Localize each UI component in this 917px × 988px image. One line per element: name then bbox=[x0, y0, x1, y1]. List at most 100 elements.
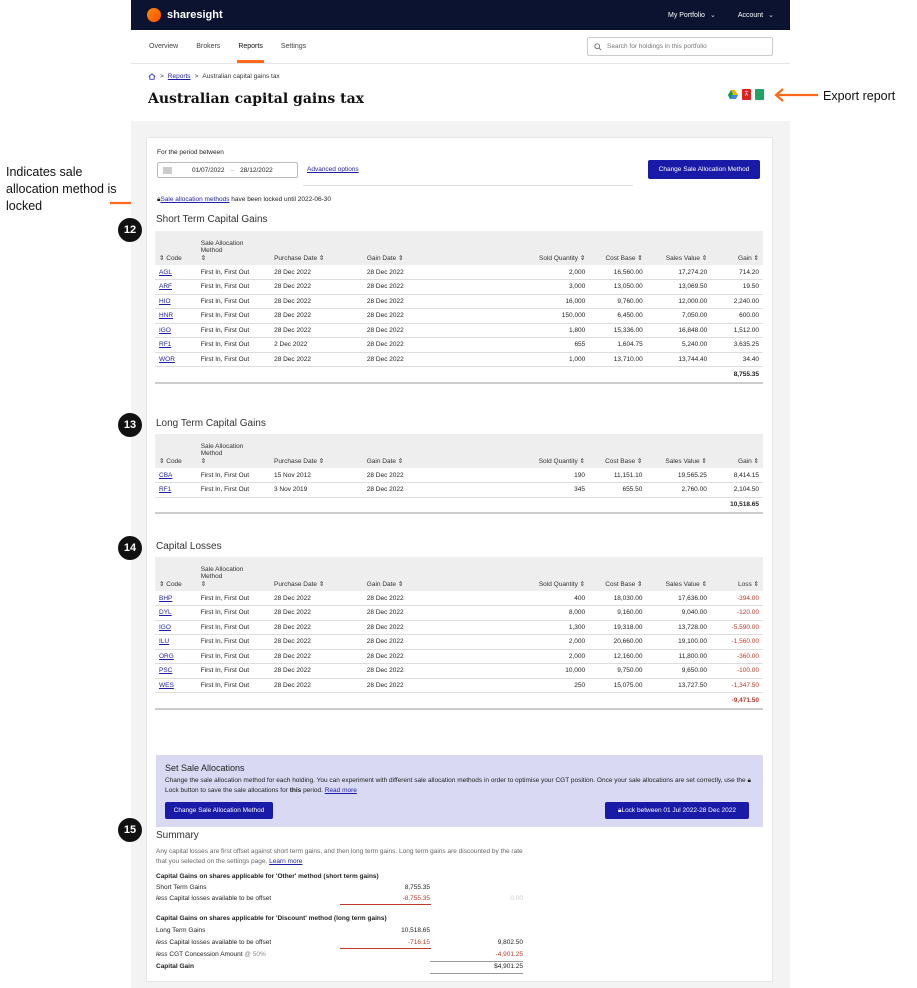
holding-link[interactable]: BHP bbox=[159, 595, 172, 602]
sort-allocation-header[interactable]: Sale Allocation Method ⇕ bbox=[196, 434, 270, 468]
quantity-cell: 10,000 bbox=[454, 663, 590, 679]
holding-link[interactable]: IGO bbox=[159, 327, 171, 334]
holding-link[interactable]: WOR bbox=[159, 356, 175, 363]
brand-name[interactable]: sharesight bbox=[167, 9, 223, 21]
sort-sales-value-header[interactable]: Sales Value ⇕ bbox=[646, 557, 712, 591]
sort-loss-header[interactable]: Loss ⇕ bbox=[711, 557, 763, 591]
code-cell: PSC bbox=[155, 663, 197, 679]
long-term-gains-value: 10,518.65 bbox=[401, 927, 430, 934]
spreadsheet-icon[interactable] bbox=[755, 89, 764, 100]
sort-gain-header[interactable]: Gain ⇕ bbox=[711, 231, 763, 265]
home-icon[interactable] bbox=[148, 73, 156, 80]
end-date[interactable]: 28/12/2022 bbox=[240, 167, 273, 174]
holding-link[interactable]: RF1 bbox=[159, 341, 171, 348]
sort-gain-header[interactable]: Gain ⇕ bbox=[710, 434, 763, 468]
sort-quantity-header[interactable]: Sold Quantity ⇕ bbox=[454, 557, 590, 591]
holding-link[interactable]: CBA bbox=[159, 472, 172, 479]
holding-link[interactable]: DYL bbox=[159, 609, 172, 616]
holding-link[interactable]: AGL bbox=[159, 269, 172, 276]
sort-cost-base-header[interactable]: Cost Base ⇕ bbox=[589, 557, 647, 591]
sort-gain-date-header[interactable]: Gain Date ⇕ bbox=[362, 434, 455, 468]
allocation-cell: First In, First Out bbox=[196, 308, 271, 324]
cost-base-cell: 9,750.00 bbox=[589, 663, 647, 679]
learn-more-link[interactable]: Learn more bbox=[269, 858, 302, 865]
search-input[interactable]: Search for holdings in this portfolio bbox=[587, 37, 773, 56]
holding-link[interactable]: HNR bbox=[159, 312, 173, 319]
sort-allocation-header[interactable]: Sale Allocation Method ⇕ bbox=[196, 231, 271, 265]
holding-link[interactable]: ARF bbox=[159, 283, 172, 290]
gain-date-cell: 28 Dec 2022 bbox=[362, 352, 455, 367]
date-range-input[interactable]: 01/07/2022 – 28/12/2022 bbox=[157, 162, 298, 178]
holding-link[interactable]: ORG bbox=[159, 653, 174, 660]
holding-link[interactable]: HIO bbox=[159, 298, 171, 305]
divider bbox=[430, 973, 523, 974]
gain-date-cell: 28 Dec 2022 bbox=[362, 468, 455, 483]
sort-code-header[interactable]: ⇕ Code bbox=[155, 557, 197, 591]
sort-sales-value-header[interactable]: Sales Value ⇕ bbox=[646, 434, 711, 468]
my-portfolio-menu[interactable]: My Portfolio ⌄ bbox=[668, 11, 716, 19]
code-cell: WES bbox=[155, 678, 197, 693]
sort-gain-date-header[interactable]: Gain Date ⇕ bbox=[362, 557, 455, 591]
sort-cost-base-header[interactable]: Cost Base ⇕ bbox=[589, 231, 647, 265]
empty-cell bbox=[269, 497, 363, 514]
empty-cell bbox=[589, 366, 647, 384]
read-more-link[interactable]: Read more bbox=[325, 787, 357, 794]
sort-allocation-header[interactable]: Sale Allocation Method ⇕ bbox=[196, 557, 271, 591]
gain-date-cell: 28 Dec 2022 bbox=[362, 337, 455, 353]
empty-cell bbox=[589, 497, 647, 514]
tab-brokers[interactable]: Brokers bbox=[196, 43, 220, 50]
allocation-cell: First In, First Out bbox=[196, 678, 271, 693]
sort-purchase-date-header[interactable]: Purchase Date ⇕ bbox=[270, 557, 363, 591]
holding-link[interactable]: PSC bbox=[159, 667, 172, 674]
sort-code-header[interactable]: ⇕ Code bbox=[155, 231, 197, 265]
sort-quantity-header[interactable]: Sold Quantity ⇕ bbox=[454, 231, 590, 265]
google-drive-icon[interactable] bbox=[728, 90, 738, 99]
code-cell: HNR bbox=[155, 308, 197, 324]
breadcrumb-reports-link[interactable]: Reports bbox=[168, 73, 191, 80]
quantity-cell: 1,000 bbox=[454, 352, 590, 367]
table-total-row: 10,518.65 bbox=[155, 497, 763, 514]
gain-date-cell: 28 Dec 2022 bbox=[362, 620, 455, 635]
breadcrumb-separator: > bbox=[194, 73, 199, 80]
sort-sales-value-header[interactable]: Sales Value ⇕ bbox=[646, 231, 712, 265]
tab-reports[interactable]: Reports bbox=[237, 43, 264, 63]
allocation-cell: First In, First Out bbox=[196, 323, 271, 338]
cost-base-cell: 1,604.75 bbox=[589, 337, 647, 353]
discount-method-heading: Capital Gains on shares applicable for '… bbox=[156, 915, 387, 922]
allocation-cell: First In, First Out bbox=[196, 265, 271, 280]
lock-period-button[interactable]: 🔒︎ Lock between 01 Jul 2022-28 Dec 2022 bbox=[605, 802, 749, 819]
summary-section: Summary bbox=[156, 830, 199, 847]
loss-cell: -1,347.50 bbox=[711, 678, 763, 693]
short-term-result: 0.00 bbox=[510, 895, 523, 902]
sales-value-cell: 19,100.00 bbox=[646, 634, 712, 650]
purchase-date-cell: 28 Dec 2022 bbox=[270, 634, 363, 650]
loss-cell: -1,560.00 bbox=[711, 634, 763, 650]
allocation-header-text: ⇕ bbox=[200, 255, 207, 262]
sort-purchase-date-header[interactable]: Purchase Date ⇕ bbox=[270, 231, 363, 265]
sort-purchase-date-header[interactable]: Purchase Date ⇕ bbox=[269, 434, 363, 468]
tab-settings[interactable]: Settings bbox=[281, 43, 306, 50]
pdf-icon[interactable]: ⊼ bbox=[742, 89, 751, 100]
tab-overview[interactable]: Overview bbox=[149, 43, 178, 50]
account-menu[interactable]: Account ⌄ bbox=[738, 11, 774, 19]
cost-base-cell: 15,075.00 bbox=[589, 678, 647, 693]
sort-quantity-header[interactable]: Sold Quantity ⇕ bbox=[454, 434, 589, 468]
holding-link[interactable]: ILU bbox=[159, 638, 169, 645]
sharesight-logo-icon[interactable] bbox=[147, 8, 161, 22]
holding-link[interactable]: WES bbox=[159, 682, 174, 689]
allocation-cell: First In, First Out bbox=[196, 591, 271, 606]
change-sale-allocation-button-2[interactable]: Change Sale Allocation Method bbox=[165, 802, 273, 819]
change-sale-allocation-button[interactable]: Change Sale Allocation Method bbox=[648, 160, 760, 179]
sort-cost-base-header[interactable]: Cost Base ⇕ bbox=[589, 434, 647, 468]
empty-cell bbox=[646, 692, 712, 710]
sort-gain-date-header[interactable]: Gain Date ⇕ bbox=[362, 231, 455, 265]
holding-link[interactable]: RF1 bbox=[159, 486, 171, 493]
gain-cell: 34.40 bbox=[711, 352, 763, 367]
advanced-options-link[interactable]: Advanced options bbox=[307, 166, 359, 173]
quantity-cell: 2,000 bbox=[454, 265, 590, 280]
sale-allocation-methods-link[interactable]: Sale allocation methods bbox=[160, 196, 229, 203]
code-cell: RF1 bbox=[155, 337, 197, 353]
sort-code-header[interactable]: ⇕ Code bbox=[155, 434, 197, 468]
holding-link[interactable]: IGO bbox=[159, 624, 171, 631]
start-date[interactable]: 01/07/2022 bbox=[192, 167, 225, 174]
